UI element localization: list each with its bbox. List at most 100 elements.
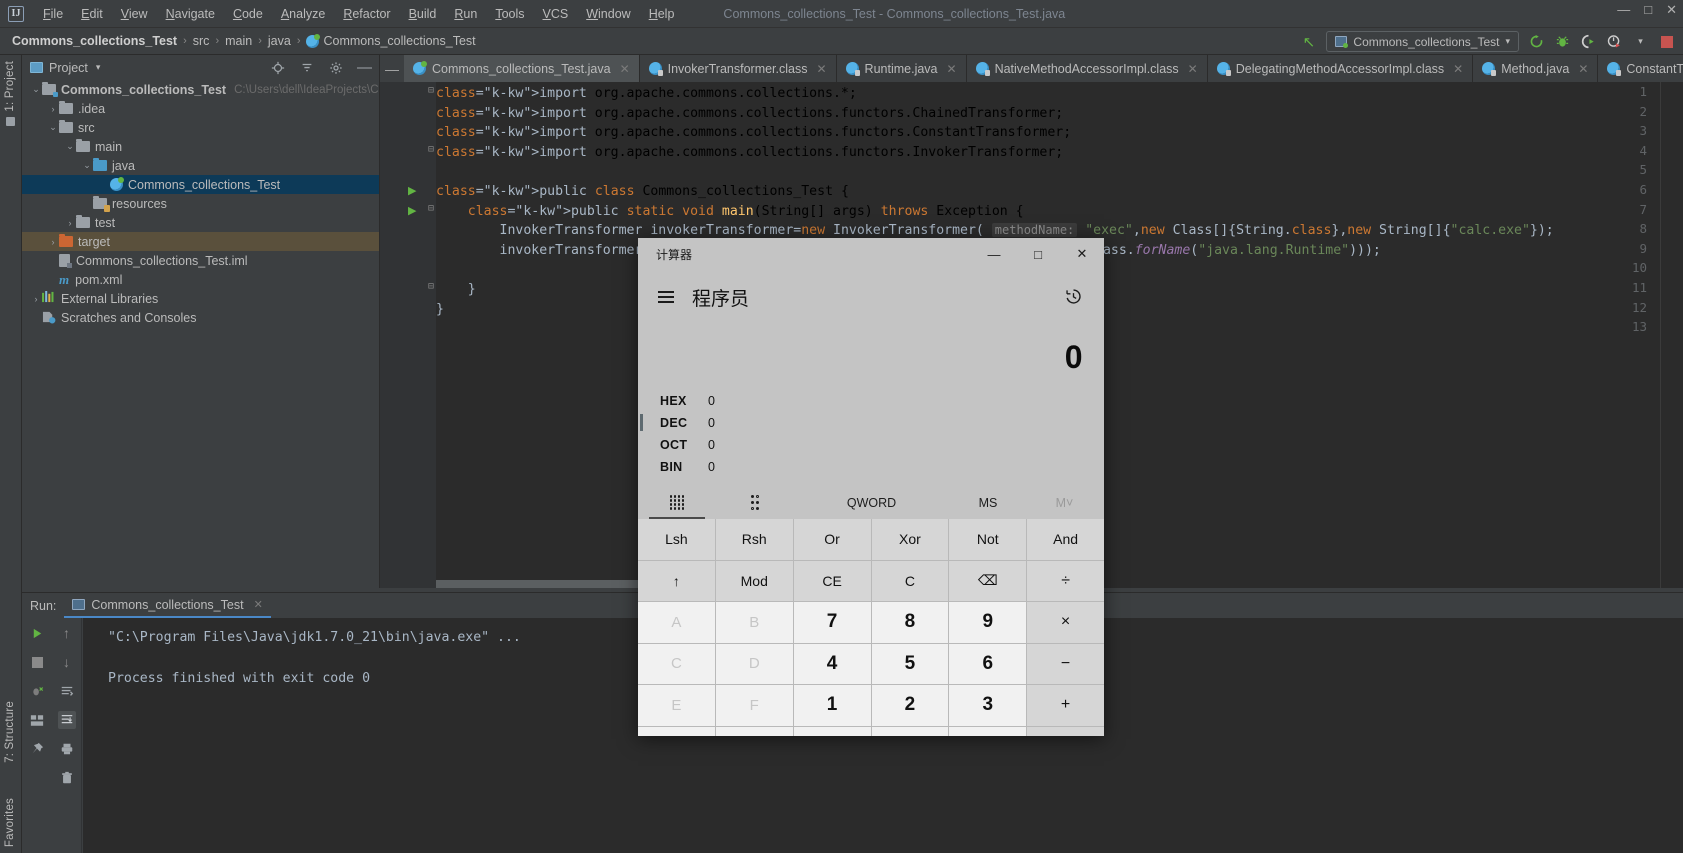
calc-key-C[interactable]: C [638, 643, 715, 684]
run-with-coverage-icon[interactable] [1580, 33, 1597, 50]
radix-row-dec[interactable]: DEC 0 [640, 412, 1104, 434]
menu-item-run[interactable]: Run [445, 4, 486, 24]
scroll-to-end-icon[interactable] [57, 711, 76, 729]
close-icon[interactable]: ✕ [1666, 2, 1677, 18]
back-arrow-icon[interactable]: ↖ [1300, 33, 1317, 51]
calc-key-[interactable]: ⌫ [949, 560, 1027, 601]
close-icon[interactable]: ✕ [1188, 62, 1198, 76]
menu-item-build[interactable]: Build [400, 4, 446, 24]
tree-node-resources[interactable]: ›resources [22, 194, 379, 213]
stop-icon[interactable] [1658, 33, 1675, 50]
maximize-icon[interactable]: □ [1644, 2, 1652, 18]
tree-node-test[interactable]: › test [22, 213, 379, 232]
calc-key-9[interactable]: 9 [949, 602, 1027, 643]
project-tree[interactable]: ⌄ Commons_collections_Test C:\Users\dell\I… [22, 80, 379, 578]
menu-item-window[interactable]: Window [577, 4, 639, 24]
profile-icon[interactable] [1606, 33, 1623, 50]
soft-wrap-icon[interactable] [58, 682, 76, 700]
calc-tool-qword[interactable]: QWORD [794, 488, 949, 517]
calc-key-B[interactable]: B [715, 602, 793, 643]
up-arrow-icon[interactable]: ↑ [58, 624, 76, 642]
breadcrumb-item-4[interactable]: Commons_collections_Test [306, 33, 476, 48]
calc-key-0[interactable]: 0 [871, 726, 949, 736]
chevron-down-icon[interactable]: ▾ [96, 62, 101, 73]
tree-node-commons-collections-test[interactable]: ⌄ Commons_collections_Test C:\Users\dell\I… [22, 80, 379, 99]
calc-key-2[interactable]: 2 [871, 685, 949, 726]
tree-node--idea[interactable]: › .idea [22, 99, 379, 118]
radix-row-hex[interactable]: HEX 0 [660, 390, 1104, 412]
calculator-maximize-button[interactable]: □ [1016, 238, 1060, 270]
menu-item-refactor[interactable]: Refactor [334, 4, 399, 24]
editor-gutter[interactable] [380, 82, 436, 588]
radix-row-bin[interactable]: BIN 0 [660, 456, 1104, 478]
calc-key-CE[interactable]: CE [793, 560, 871, 601]
code-fold-marker[interactable]: ⊟ [428, 85, 434, 96]
calc-key-4[interactable]: 4 [793, 643, 871, 684]
hide-tabs-icon[interactable]: — [380, 55, 404, 82]
calc-key-Or[interactable]: Or [793, 519, 871, 560]
chevron-right-icon[interactable]: › [47, 237, 59, 247]
trash-icon[interactable] [58, 769, 76, 787]
tree-node-pom-xml[interactable]: ›mpom.xml [22, 270, 379, 289]
calc-key-And[interactable]: And [1027, 519, 1104, 560]
close-icon[interactable]: ✕ [620, 62, 630, 76]
breadcrumb-item-1[interactable]: src [193, 34, 210, 48]
calc-key-[interactable]: . [949, 726, 1027, 736]
editor-tab-invokertransformer-class[interactable]: InvokerTransformer.class ✕ [640, 55, 837, 82]
tool-window-structure[interactable]: 7: Structure [4, 701, 16, 763]
calc-key-F[interactable]: F [715, 685, 793, 726]
calc-key-6[interactable]: 6 [949, 643, 1027, 684]
menu-item-view[interactable]: View [112, 4, 157, 24]
rerun-icon[interactable] [1528, 33, 1545, 50]
gutter-run-icon[interactable]: ▶ [408, 184, 416, 197]
calc-key-[interactable]: × [1027, 602, 1104, 643]
calc-key-[interactable]: ↑ [638, 560, 715, 601]
calculator-window[interactable]: 计算器 — □ ✕ 程序员 0 HEX 0 DEC 0 OCT 0 BIN 0 QWORD MS… [638, 238, 1104, 736]
calc-key-7[interactable]: 7 [793, 602, 871, 643]
menu-item-vcs[interactable]: VCS [534, 4, 578, 24]
menu-item-code[interactable]: Code [224, 4, 272, 24]
calc-key-Xor[interactable]: Xor [871, 519, 949, 560]
menu-item-tools[interactable]: Tools [486, 4, 533, 24]
editor-tab-nativemethodaccessorimpl-class[interactable]: NativeMethodAccessorImpl.class ✕ [967, 55, 1208, 82]
pin-icon[interactable] [28, 740, 46, 758]
breadcrumb-item-3[interactable]: java [268, 34, 291, 48]
tree-node-src[interactable]: ⌄ src [22, 118, 379, 137]
close-icon[interactable]: ✕ [1578, 62, 1588, 76]
editor-tab-constanttra[interactable]: ConstantTra [1598, 55, 1683, 82]
run-icon[interactable] [28, 624, 46, 642]
calc-key-D[interactable]: D [715, 643, 793, 684]
calc-key-[interactable]: ± [793, 726, 871, 736]
debug-icon[interactable] [1554, 33, 1571, 50]
editor-tab-delegatingmethodaccessorimpl-class[interactable]: DelegatingMethodAccessorImpl.class ✕ [1208, 55, 1474, 82]
run-tab[interactable]: Commons_collections_Test ✕ [64, 593, 271, 618]
tree-node-java[interactable]: ⌄ java [22, 156, 379, 175]
menu-item-edit[interactable]: Edit [72, 4, 112, 24]
calc-key-8[interactable]: 8 [871, 602, 949, 643]
calculator-minimize-button[interactable]: — [972, 238, 1016, 270]
chevron-down-icon[interactable]: ⌄ [64, 141, 76, 152]
locate-icon[interactable] [269, 59, 286, 76]
tool-window-project[interactable]: 1: Project [4, 61, 16, 112]
calc-key-[interactable]: = [1027, 726, 1104, 736]
chevron-down-icon[interactable]: ⌄ [30, 84, 42, 95]
chevron-right-icon[interactable]: › [64, 218, 76, 228]
calc-key-1[interactable]: 1 [793, 685, 871, 726]
calc-tool-bit-toggle-icon[interactable] [716, 488, 794, 517]
hamburger-icon[interactable] [658, 291, 674, 303]
settings-gear-icon[interactable] [327, 59, 344, 76]
tool-window-favorites[interactable]: Favorites [4, 798, 16, 847]
calc-key-[interactable]: − [1027, 643, 1104, 684]
tree-node-scratches-and-consoles[interactable]: ›Scratches and Consoles [22, 308, 379, 327]
calc-key-[interactable]: + [1027, 685, 1104, 726]
radix-row-oct[interactable]: OCT 0 [660, 434, 1104, 456]
run-configuration-selector[interactable]: Commons_collections_Test ▾ [1326, 31, 1519, 52]
breadcrumb-item-2[interactable]: main [225, 34, 252, 48]
layout-icon[interactable] [28, 711, 46, 729]
stop-icon[interactable] [28, 653, 46, 671]
chevron-right-icon[interactable]: › [30, 294, 42, 304]
calc-key-Rsh[interactable]: Rsh [715, 519, 793, 560]
editor-tab-method-java[interactable]: Method.java ✕ [1473, 55, 1599, 82]
tree-node-commons-collections-test-iml[interactable]: ›Commons_collections_Test.iml [22, 251, 379, 270]
calc-tool-ms[interactable]: MS [949, 488, 1027, 517]
